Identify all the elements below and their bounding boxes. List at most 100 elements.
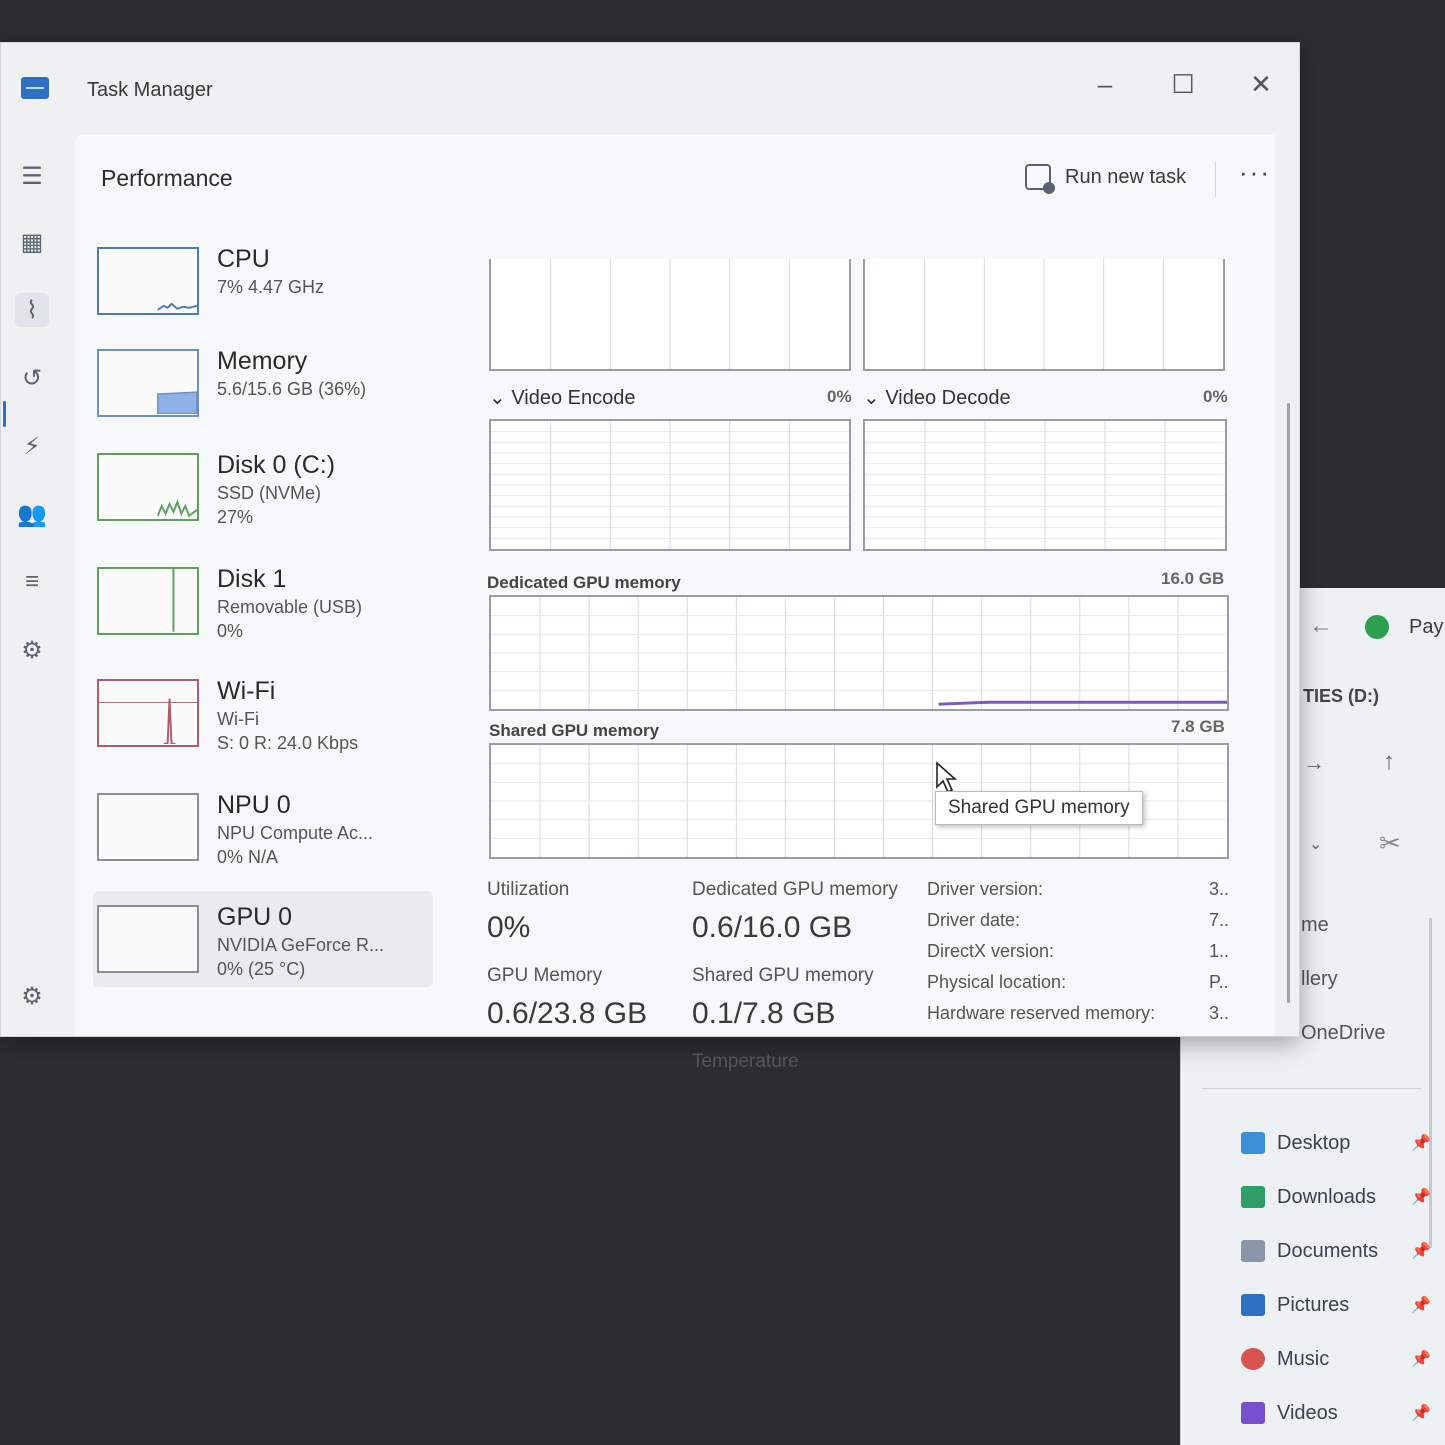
device-cpu[interactable]: CPU 7% 4.47 GHz (93, 233, 433, 329)
more-options-button[interactable]: ··· (1239, 157, 1271, 188)
quick-access-videos[interactable]: Videos 📌 (1241, 1396, 1431, 1430)
music-folder-icon (1241, 1348, 1265, 1370)
quick-access-downloads[interactable]: Downloads 📌 (1241, 1180, 1431, 1214)
graph-tooltip: Shared GPU memory (935, 791, 1143, 825)
gpu-engine-graph-right (863, 259, 1225, 371)
explorer-nav-home[interactable]: me (1301, 914, 1329, 937)
video-decode-label[interactable]: ⌄ Video Decode (863, 385, 1011, 410)
disk0-thumbnail-graph (97, 453, 199, 521)
explorer-up-icon[interactable]: ↑ (1383, 748, 1395, 776)
video-decode-value: 0% (1203, 387, 1228, 406)
explorer-tab-title[interactable]: Pay (1409, 616, 1443, 639)
desktop-folder-icon (1241, 1132, 1265, 1154)
run-task-icon (1025, 164, 1055, 194)
driver-version-value: 3.. (1209, 879, 1230, 899)
gpu-thumbnail-graph (97, 905, 199, 973)
shared-gpu-memory-stat-label: Shared GPU memory (692, 965, 874, 986)
close-button[interactable]: ✕ (1241, 69, 1281, 100)
npu-thumbnail-graph (97, 793, 199, 861)
explorer-divider (1201, 1088, 1421, 1089)
driver-version-label: Driver version: (927, 879, 1044, 899)
quick-access-pictures[interactable]: Pictures 📌 (1241, 1288, 1431, 1322)
temperature-label: Temperature (692, 1051, 799, 1072)
shared-gpu-memory-stat-value: 0.1/7.8 GB (692, 997, 836, 1030)
browser-tab-icon (1365, 615, 1389, 639)
quick-access-music[interactable]: Music 📌 (1241, 1342, 1431, 1376)
services-icon[interactable]: ⚙ (15, 633, 49, 667)
hardware-reserved-memory-value: 3.. (1209, 1003, 1230, 1023)
dedicated-gpu-memory-graph (489, 595, 1229, 711)
toolbar-separator (1215, 161, 1216, 197)
device-disk-1[interactable]: Disk 1 Removable (USB) 0% (93, 553, 433, 649)
title-bar[interactable]: Task Manager – ☐ ✕ (1, 43, 1299, 133)
quick-access-desktop[interactable]: Desktop 📌 (1241, 1126, 1431, 1160)
cpu-thumbnail-graph (97, 247, 199, 315)
utilization-value: 0% (487, 911, 531, 944)
device-memory[interactable]: Memory 5.6/15.6 GB (36%) (93, 335, 433, 431)
shared-gpu-memory-max: 7.8 GB (1171, 717, 1225, 736)
physical-location-value: P.. (1209, 972, 1229, 992)
directx-version-label: DirectX version: (927, 941, 1055, 961)
quick-access-documents[interactable]: Documents 📌 (1241, 1234, 1431, 1268)
settings-icon[interactable]: ⚙ (15, 979, 49, 1013)
pin-icon: 📌 (1411, 1405, 1431, 1422)
pin-icon: 📌 (1411, 1189, 1431, 1206)
chevron-down-icon: ⌄ (863, 387, 886, 409)
window-title: Task Manager (87, 79, 213, 101)
details-icon[interactable]: ≡ (15, 565, 49, 599)
performance-scrollbar[interactable] (1287, 403, 1290, 1003)
processes-icon[interactable]: ▦ (15, 225, 49, 259)
documents-folder-icon (1241, 1240, 1265, 1262)
menu-icon[interactable]: ☰ (15, 159, 49, 193)
app-history-icon[interactable]: ↺ (15, 361, 49, 395)
cut-icon[interactable]: ✂ (1379, 828, 1401, 859)
memory-thumbnail-graph (97, 349, 199, 417)
driver-date-value: 7.. (1209, 910, 1230, 930)
utilization-label: Utilization (487, 879, 570, 900)
video-encode-graph (489, 419, 851, 551)
device-npu-0[interactable]: NPU 0 NPU Compute Ac... 0% N/A (93, 779, 433, 875)
videos-folder-icon (1241, 1402, 1265, 1424)
chevron-down-icon[interactable]: ⌄ (1309, 834, 1322, 854)
performance-icon[interactable]: ⌇ (15, 293, 49, 327)
explorer-back-icon[interactable]: ← (1309, 612, 1333, 640)
gpu-engine-graph-left (489, 259, 851, 371)
explorer-forward-icon[interactable]: → (1303, 750, 1325, 776)
explorer-nav-gallery[interactable]: llery (1301, 968, 1338, 991)
device-gpu-0[interactable]: GPU 0 NVIDIA GeForce R... 0% (25 °C) (93, 891, 433, 987)
hardware-reserved-memory-label: Hardware reserved memory: (927, 1003, 1156, 1023)
video-decode-graph (863, 419, 1227, 551)
video-encode-label[interactable]: ⌄ Video Encode (489, 385, 636, 410)
downloads-folder-icon (1241, 1186, 1265, 1208)
startup-apps-icon[interactable]: ⚡ (15, 429, 49, 463)
task-manager-window[interactable]: Task Manager – ☐ ✕ ☰ ▦ ⌇ ↺ ⚡ 👥 ≡ ⚙ ⚙ Per… (0, 42, 1300, 1072)
navigation-rail: ☰ ▦ ⌇ ↺ ⚡ 👥 ≡ ⚙ ⚙ (1, 143, 73, 1033)
driver-date-label: Driver date: (927, 910, 1021, 930)
pin-icon: 📌 (1411, 1351, 1431, 1368)
device-wifi[interactable]: Wi-Fi Wi-Fi S: 0 R: 24.0 Kbps (93, 665, 433, 761)
maximize-button[interactable]: ☐ (1163, 69, 1203, 100)
task-manager-icon (21, 77, 49, 99)
performance-panel: Performance Run new task ··· CPU 7% 4.47… (75, 135, 1290, 1072)
minimize-button[interactable]: – (1085, 69, 1125, 100)
run-new-task-button[interactable]: Run new task (1025, 159, 1186, 195)
explorer-drive-label: TIES (D:) (1303, 686, 1379, 706)
users-icon[interactable]: 👥 (15, 497, 49, 531)
dedicated-gpu-memory-stat-value: 0.6/16.0 GB (692, 911, 853, 944)
active-nav-indicator (3, 401, 6, 427)
chevron-down-icon: ⌄ (489, 387, 512, 409)
wifi-thumbnail-graph (97, 679, 199, 747)
physical-location-label: Physical location: (927, 972, 1067, 992)
shared-gpu-memory-label: Shared GPU memory (489, 721, 660, 740)
gpu-memory-label: GPU Memory (487, 965, 603, 986)
mouse-cursor-icon (936, 761, 958, 794)
pin-icon: 📌 (1411, 1297, 1431, 1314)
device-disk-0[interactable]: Disk 0 (C:) SSD (NVMe) 27% (93, 439, 433, 535)
dedicated-gpu-memory-max: 16.0 GB (1161, 569, 1225, 588)
directx-version-value: 1.. (1209, 941, 1230, 961)
dedicated-gpu-memory-stat-label: Dedicated GPU memory (692, 879, 898, 900)
pin-icon: 📌 (1411, 1135, 1431, 1152)
page-title: Performance (101, 165, 233, 191)
dedicated-gpu-memory-label: Dedicated GPU memory (487, 573, 681, 592)
explorer-nav-onedrive[interactable]: OneDrive (1301, 1022, 1385, 1045)
